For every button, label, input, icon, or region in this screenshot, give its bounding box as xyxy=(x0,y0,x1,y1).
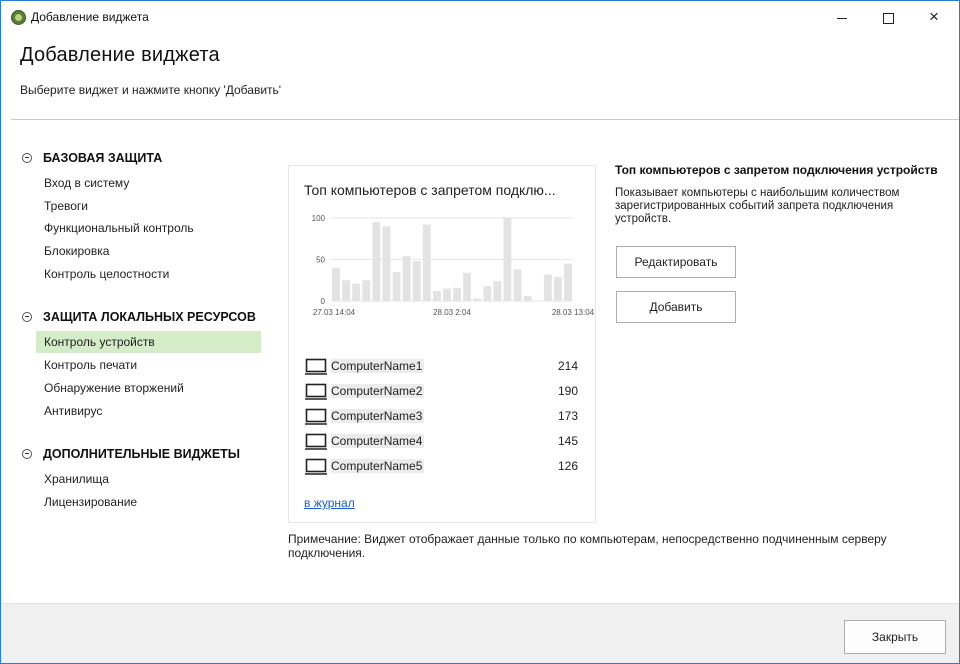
chart-bar xyxy=(362,280,371,301)
chart-bar xyxy=(564,263,572,301)
computer-name: ComputerName5 xyxy=(331,459,425,473)
monitor-icon xyxy=(305,433,327,450)
list-item: ComputerName1 214 xyxy=(304,357,581,377)
group-label: ЗАЩИТА ЛОКАЛЬНЫХ РЕСУРСОВ xyxy=(43,310,256,324)
collapse-icon[interactable] xyxy=(22,448,32,459)
chart-bar xyxy=(443,288,451,301)
chart-bar xyxy=(332,267,340,301)
group-label: ДОПОЛНИТЕЛЬНЫЕ ВИДЖЕТЫ xyxy=(43,447,241,461)
widget-info-title: Топ компьютеров с запретом подключения у… xyxy=(615,163,938,177)
event-count: 126 xyxy=(557,459,578,473)
chart-bar xyxy=(372,222,381,301)
close-button[interactable]: Закрыть xyxy=(844,620,946,654)
footer-bar xyxy=(1,603,959,663)
chart-bar xyxy=(463,272,472,301)
chart-bar xyxy=(352,283,361,301)
group-label: БАЗОВАЯ ЗАЩИТА xyxy=(43,151,163,165)
page-title: Добавление виджета xyxy=(20,44,220,66)
chart-bar xyxy=(422,224,431,301)
event-count: 173 xyxy=(557,409,578,423)
chart-bar xyxy=(523,296,532,301)
computer-name: ComputerName2 xyxy=(331,384,425,398)
computer-name: ComputerName4 xyxy=(331,434,425,448)
minimize-button[interactable] xyxy=(819,1,865,33)
y-tick-label: 50 xyxy=(316,256,325,265)
list-item: ComputerName3 173 xyxy=(304,407,581,427)
note-text: Примечание: Виджет отображает данные тол… xyxy=(288,532,887,560)
minimize-icon xyxy=(837,17,847,19)
chart-bar xyxy=(473,298,482,301)
event-count: 145 xyxy=(557,434,578,448)
x-tick-label: 28.03 13:04 xyxy=(552,308,595,317)
event-count: 214 xyxy=(557,359,578,373)
chart-bar xyxy=(493,281,502,301)
monitor-icon xyxy=(305,358,327,375)
close-window-button[interactable]: × xyxy=(911,1,957,33)
chart-bar xyxy=(432,291,441,301)
sidebar-item-intrusion-detection[interactable]: Обнаружение вторжений xyxy=(36,377,261,399)
sidebar-item-print-control[interactable]: Контроль печати xyxy=(36,354,261,376)
x-tick-label: 28.03 2:04 xyxy=(433,308,471,317)
title-bar[interactable]: Добавление виджета × xyxy=(1,1,959,33)
widget-preview-card: Топ компьютеров с запретом подклю... 0 50… xyxy=(288,165,596,523)
edit-button[interactable]: Редактировать xyxy=(616,246,736,278)
sidebar-item-antivirus[interactable]: Антивирус xyxy=(36,400,261,422)
group-additional-widgets[interactable]: ДОПОЛНИТЕЛЬНЫЕ ВИДЖЕТЫ xyxy=(22,447,240,461)
chart-bar xyxy=(483,286,492,301)
widget-title: Топ компьютеров с запретом подклю... xyxy=(304,182,556,198)
window-title: Добавление виджета xyxy=(31,10,149,24)
y-tick-label: 100 xyxy=(312,214,326,223)
sidebar-item-login[interactable]: Вход в систему xyxy=(36,172,261,194)
chart-bar xyxy=(382,226,391,301)
maximize-button[interactable] xyxy=(865,1,911,33)
journal-link[interactable]: в журнал xyxy=(304,496,355,510)
sidebar-item-device-control[interactable]: Контроль устройств xyxy=(36,331,261,353)
app-icon xyxy=(11,10,26,25)
computer-name: ComputerName3 xyxy=(331,409,425,423)
chart-bar xyxy=(543,274,552,301)
bar-chart: 0 50 100 27.03 14:04 28.03 2:04 28.03 13:04 xyxy=(312,214,595,317)
sidebar-item-storages[interactable]: Хранилища xyxy=(36,468,261,490)
sidebar-item-licensing[interactable]: Лицензирование xyxy=(36,491,261,513)
group-basic-protection[interactable]: БАЗОВАЯ ЗАЩИТА xyxy=(22,151,162,165)
sidebar-item-functional-control[interactable]: Функциональный контроль xyxy=(36,217,261,239)
chart-bar xyxy=(453,287,461,301)
monitor-icon xyxy=(305,383,327,400)
sidebar-item-alarms[interactable]: Тревоги xyxy=(36,195,261,217)
chart-bar xyxy=(392,271,401,301)
chart-bar xyxy=(513,269,522,301)
list-item: ComputerName5 126 xyxy=(304,457,581,477)
chart-bar xyxy=(553,276,562,301)
collapse-icon[interactable] xyxy=(22,152,32,163)
x-tick-label: 27.03 14:04 xyxy=(313,308,356,317)
monitor-icon xyxy=(305,408,327,425)
list-item: ComputerName4 145 xyxy=(304,432,581,452)
group-local-resources[interactable]: ЗАЩИТА ЛОКАЛЬНЫХ РЕСУРСОВ xyxy=(22,310,256,324)
chart-bar xyxy=(412,261,421,301)
chart-bar xyxy=(503,218,512,301)
add-widget-window: Добавление виджета × Добавление виджета … xyxy=(0,0,960,664)
sidebar-item-lock[interactable]: Блокировка xyxy=(36,240,261,262)
event-count: 190 xyxy=(557,384,578,398)
add-button[interactable]: Добавить xyxy=(616,291,736,323)
page-subtitle: Выберите виджет и нажмите кнопку 'Добави… xyxy=(20,83,282,97)
maximize-icon xyxy=(882,12,894,24)
computer-name: ComputerName1 xyxy=(331,359,425,373)
widget-info-description: Показывает компьютеры с наибольшим колич… xyxy=(615,187,900,225)
chart-bar xyxy=(402,256,411,301)
sidebar-item-integrity-control[interactable]: Контроль целостности xyxy=(36,263,261,285)
collapse-icon[interactable] xyxy=(22,311,32,322)
list-item: ComputerName2 190 xyxy=(304,382,581,402)
monitor-icon xyxy=(305,458,327,475)
y-tick-label: 0 xyxy=(321,297,326,306)
header-divider xyxy=(11,119,959,120)
chart-bar xyxy=(342,280,351,301)
